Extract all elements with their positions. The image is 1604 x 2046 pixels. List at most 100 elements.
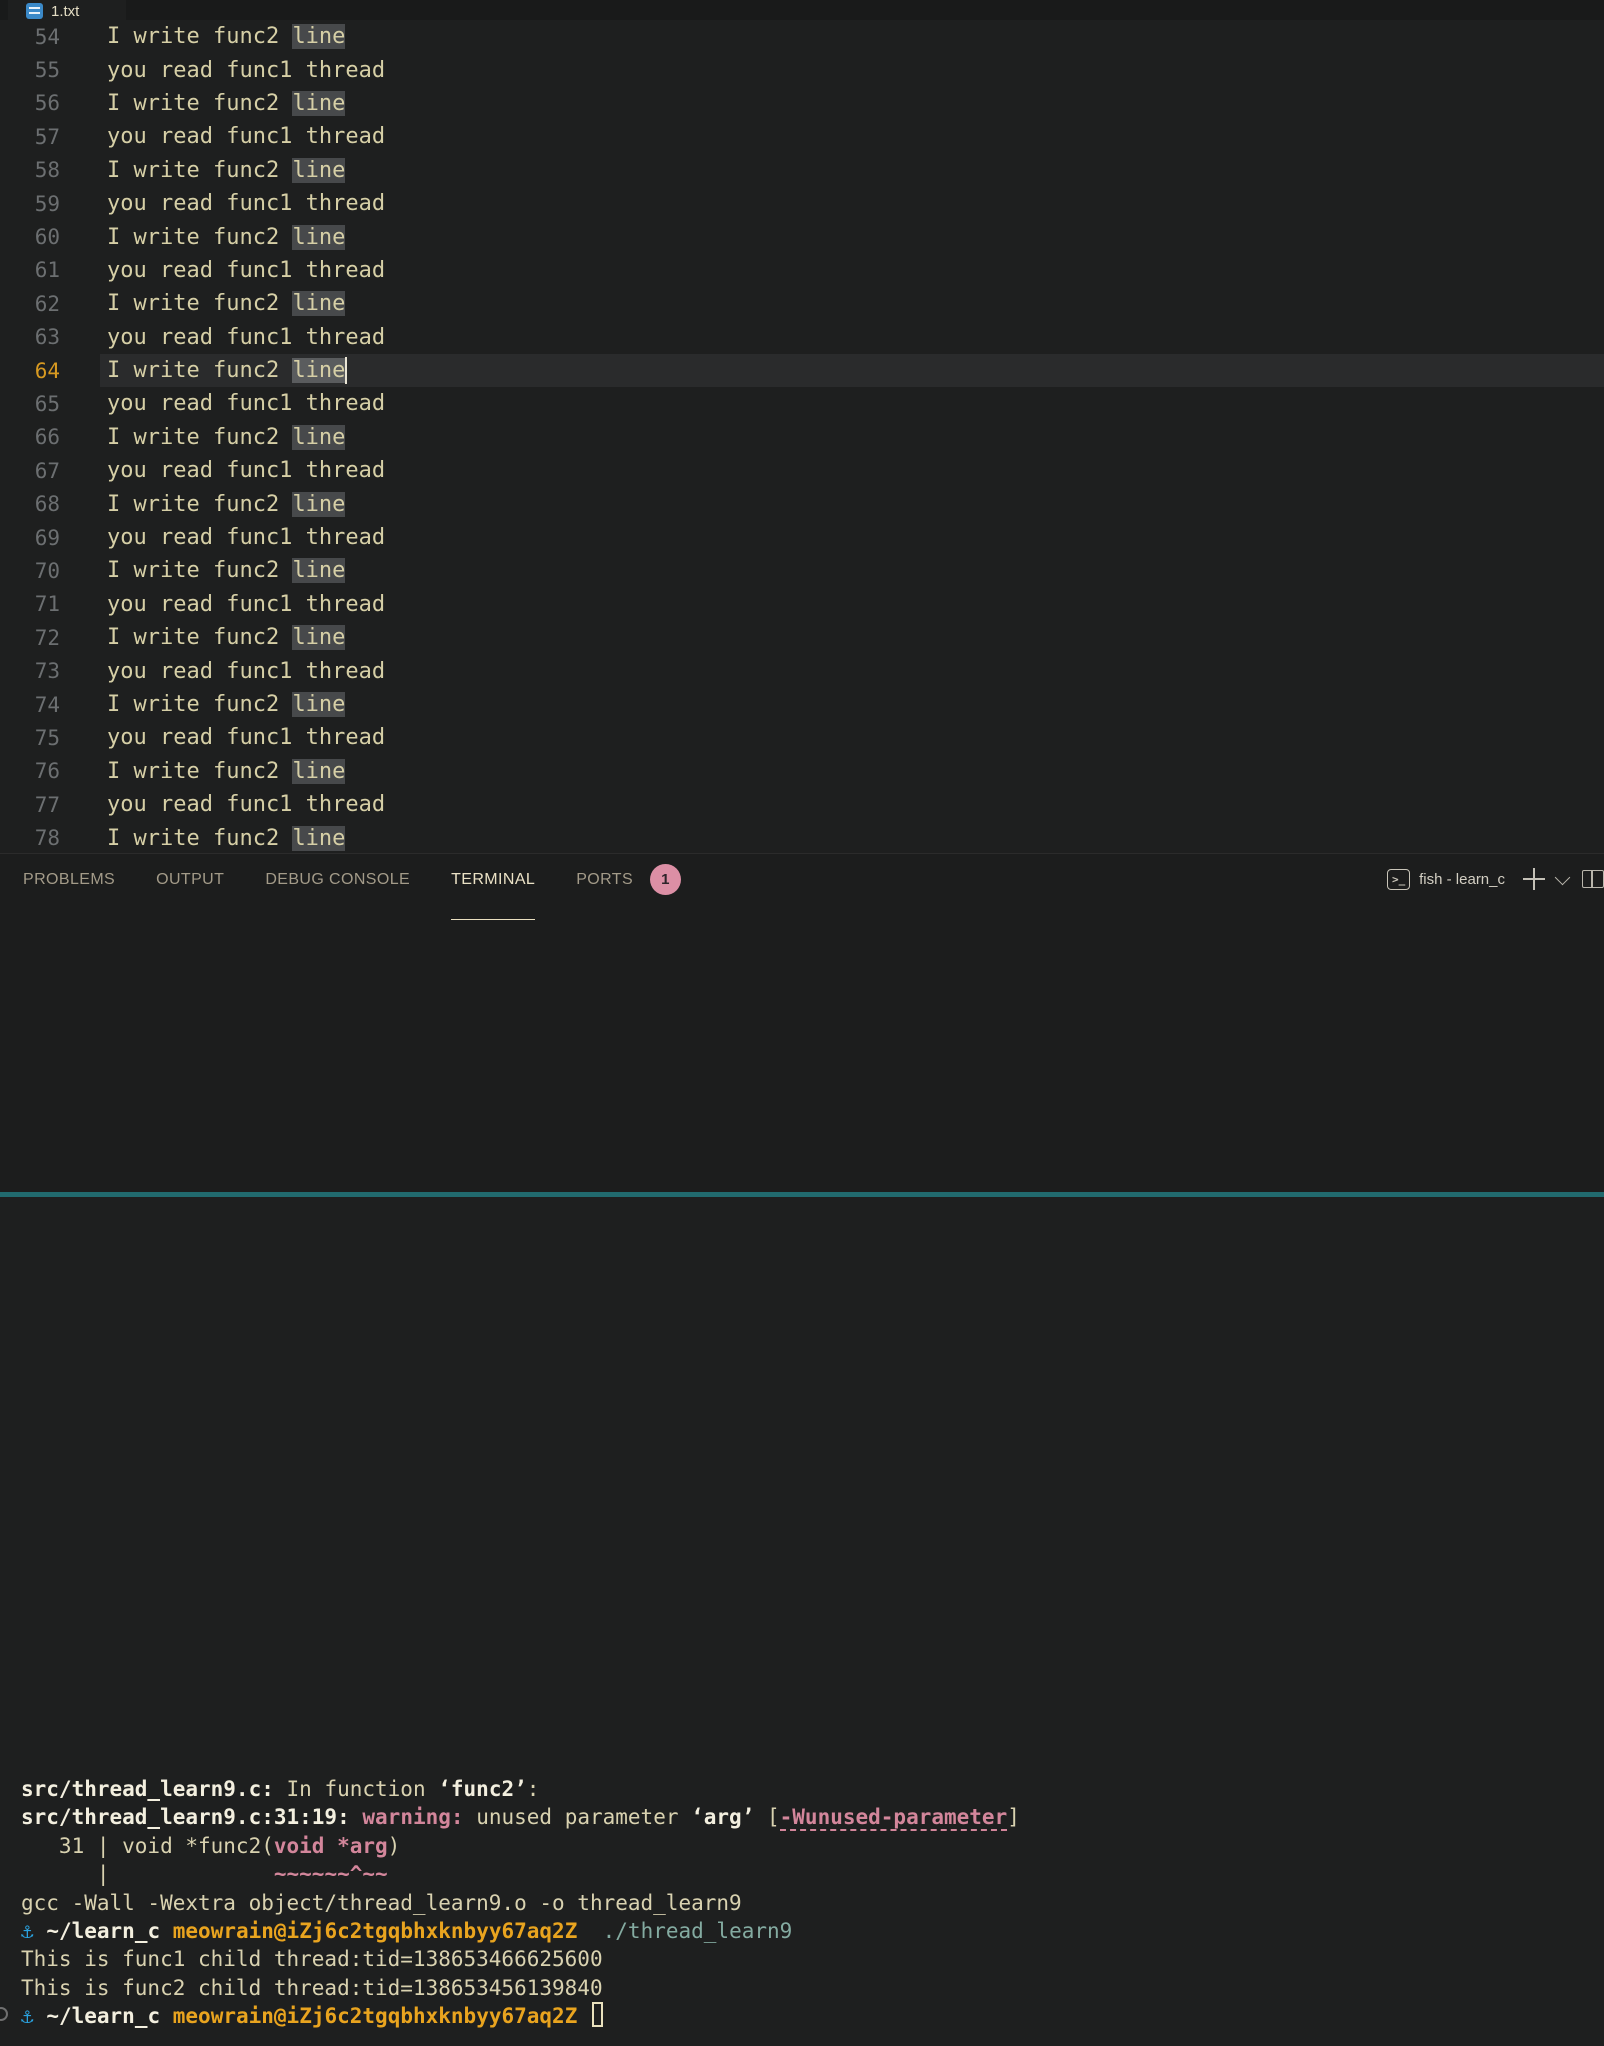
line-text: you read func1 thread — [100, 788, 1604, 821]
line-number: 73 — [0, 659, 100, 683]
editor-code-area[interactable]: 54I write func2 line55you read func1 thr… — [0, 20, 1604, 853]
line-text: I write func2 line — [100, 87, 1604, 120]
editor-line[interactable]: 72I write func2 line — [0, 621, 1604, 654]
editor-line[interactable]: 56I write func2 line — [0, 87, 1604, 120]
editor-line[interactable]: 75you read func1 thread — [0, 721, 1604, 754]
editor-line[interactable]: 66I write func2 line — [0, 421, 1604, 454]
panel-tab-ports[interactable]: PORTS1 — [576, 868, 681, 920]
line-text: you read func1 thread — [100, 588, 1604, 621]
editor-line[interactable]: 71you read func1 thread — [0, 588, 1604, 621]
find-match-highlight: line — [292, 358, 345, 383]
panel-tab-problems[interactable]: PROBLEMS — [23, 868, 115, 920]
line-text: I write func2 line — [100, 354, 1604, 387]
line-text: you read func1 thread — [100, 387, 1604, 420]
line-text: I write func2 line — [100, 220, 1604, 253]
terminal-instance-label[interactable]: fish - learn_c — [1419, 871, 1505, 888]
terminal-line: src/thread_learn9.c: In function ‘func2’… — [21, 1775, 1604, 1803]
find-match-highlight: line — [292, 692, 345, 717]
line-number: 58 — [0, 158, 100, 182]
panel-tab-terminal[interactable]: TERMINAL — [451, 868, 535, 920]
editor-line[interactable]: 76I write func2 line — [0, 755, 1604, 788]
panel-tab-debug-console[interactable]: DEBUG CONSOLE — [265, 868, 410, 920]
editor-line[interactable]: 73you read func1 thread — [0, 654, 1604, 687]
status-bar-edge — [0, 1192, 1604, 1197]
line-number: 59 — [0, 192, 100, 216]
line-text: I write func2 line — [100, 621, 1604, 654]
terminal-cursor — [592, 2002, 603, 2027]
editor-line[interactable]: 61you read func1 thread — [0, 254, 1604, 287]
editor-line[interactable]: 57you read func1 thread — [0, 120, 1604, 153]
terminal-line: 31 | void *func2(void *arg) — [21, 1832, 1604, 1860]
editor-line[interactable]: 74I write func2 line — [0, 688, 1604, 721]
line-text: you read func1 thread — [100, 721, 1604, 754]
line-text: I write func2 line — [100, 287, 1604, 320]
line-text: you read func1 thread — [100, 321, 1604, 354]
file-tab-1txt[interactable]: 1.txt — [8, 0, 126, 20]
terminal-shell-icon: >_ — [1387, 869, 1410, 890]
editor-line[interactable]: 60I write func2 line — [0, 220, 1604, 253]
line-number: 68 — [0, 492, 100, 516]
line-number: 62 — [0, 292, 100, 316]
line-number: 55 — [0, 58, 100, 82]
editor-line[interactable]: 65you read func1 thread — [0, 387, 1604, 420]
line-number: 71 — [0, 592, 100, 616]
line-text: I write func2 line — [100, 688, 1604, 721]
line-text: you read func1 thread — [100, 187, 1604, 220]
text-file-icon — [26, 3, 43, 19]
editor-line[interactable]: 59you read func1 thread — [0, 187, 1604, 220]
panel-tab-label: DEBUG CONSOLE — [265, 871, 410, 889]
line-text: you read func1 thread — [100, 120, 1604, 153]
split-terminal-button[interactable] — [1582, 870, 1604, 888]
chevron-down-icon[interactable] — [1555, 869, 1571, 885]
editor-line[interactable]: 58I write func2 line — [0, 154, 1604, 187]
find-match-highlight: line — [292, 425, 345, 450]
line-number: 77 — [0, 793, 100, 817]
panel-tab-output[interactable]: OUTPUT — [156, 868, 224, 920]
panel-tab-label: OUTPUT — [156, 871, 224, 889]
editor-line[interactable]: 68I write func2 line — [0, 487, 1604, 520]
line-text: I write func2 line — [100, 554, 1604, 587]
line-number: 65 — [0, 392, 100, 416]
find-match-highlight: line — [292, 291, 345, 316]
line-text: I write func2 line — [100, 755, 1604, 788]
terminal-output[interactable]: src/thread_learn9.c: In function ‘func2’… — [0, 1773, 1604, 2046]
editor-line[interactable]: 55you read func1 thread — [0, 53, 1604, 86]
editor-line[interactable]: 77you read func1 thread — [0, 788, 1604, 821]
editor-line[interactable]: 69you read func1 thread — [0, 521, 1604, 554]
terminal-line: gcc -Wall -Wextra object/thread_learn9.o… — [21, 1889, 1604, 1917]
line-text: I write func2 line — [100, 421, 1604, 454]
find-match-highlight: line — [292, 158, 345, 183]
editor-line[interactable]: 54I write func2 line — [0, 20, 1604, 53]
find-match-highlight: line — [292, 91, 345, 116]
terminal-line: src/thread_learn9.c:31:19: warning: unus… — [21, 1803, 1604, 1831]
find-match-highlight: line — [292, 759, 345, 784]
command-decoration-icon[interactable] — [0, 2007, 8, 2021]
find-match-highlight: line — [292, 492, 345, 517]
new-terminal-button[interactable] — [1521, 866, 1547, 892]
line-number: 56 — [0, 91, 100, 115]
editor-line[interactable]: 67you read func1 thread — [0, 454, 1604, 487]
editor-line[interactable]: 70I write func2 line — [0, 554, 1604, 587]
bottom-panel: PROBLEMS OUTPUT DEBUG CONSOLE TERMINAL PORTS… — [0, 853, 1604, 1197]
terminal-line: ⚓ ~/learn_c meowrain@iZj6c2tgqbhxknbyy67… — [21, 1917, 1604, 1945]
line-number: 72 — [0, 626, 100, 650]
ports-count-badge: 1 — [650, 864, 681, 895]
find-match-highlight: line — [292, 558, 345, 583]
line-text: I write func2 line — [100, 154, 1604, 187]
line-text: you read func1 thread — [100, 254, 1604, 287]
panel-actions: >_ fish - learn_c — [1387, 864, 1604, 894]
line-text: I write func2 line — [100, 20, 1604, 53]
find-match-highlight: line — [292, 625, 345, 650]
terminal-line: This is func2 child thread:tid=138653456… — [21, 1974, 1604, 2002]
find-match-highlight: line — [292, 826, 345, 851]
line-number: 64 — [0, 359, 100, 383]
editor-line[interactable]: 63you read func1 thread — [0, 321, 1604, 354]
editor-tab-strip: 1.txt — [0, 0, 1604, 20]
editor-line[interactable]: 78I write func2 line — [0, 821, 1604, 853]
find-match-highlight: line — [292, 225, 345, 250]
editor-line[interactable]: 64I write func2 line — [0, 354, 1604, 387]
editor-line[interactable]: 62I write func2 line — [0, 287, 1604, 320]
line-text: I write func2 line — [100, 821, 1604, 853]
find-match-highlight: line — [292, 24, 345, 49]
anchor-prompt-icon: ⚓ — [21, 1919, 34, 1943]
